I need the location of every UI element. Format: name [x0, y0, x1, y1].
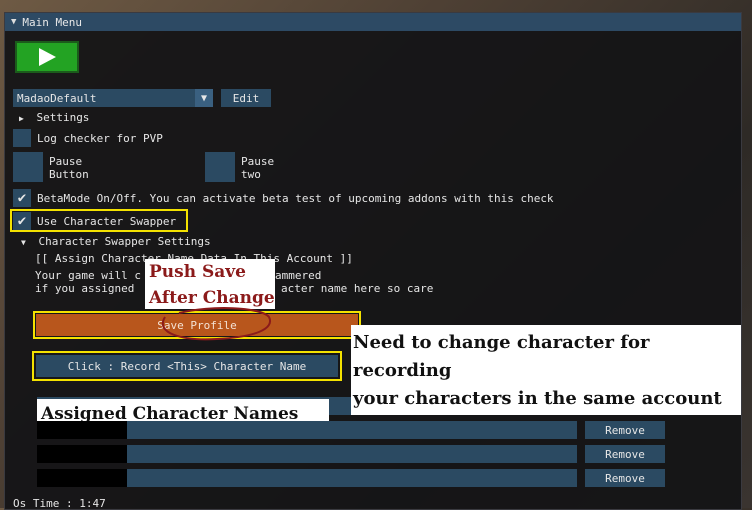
info-line-2: if you assigned	[35, 282, 135, 295]
window-title: Main Menu	[22, 15, 83, 29]
remove-label: Remove	[605, 471, 645, 485]
checkmark-icon: ✔	[17, 213, 27, 229]
play-button[interactable]	[15, 41, 79, 73]
info-line-2-end: acter name here so care	[281, 282, 434, 295]
need-change-line-2: your characters in the same account	[353, 388, 722, 409]
chevron-down-icon: ▼	[21, 238, 26, 247]
redacted-name	[37, 445, 127, 463]
pause-button-label: Pause Button	[49, 155, 89, 181]
swapper-settings-header: Character Swapper Settings	[38, 235, 211, 248]
need-change-line-1: Need to change character for recording	[353, 332, 650, 381]
pause-two-label-line2: two	[241, 168, 261, 181]
push-save-annotation: Push Save After Change	[145, 259, 275, 309]
remove-button[interactable]: Remove	[585, 421, 665, 439]
remove-button[interactable]: Remove	[585, 445, 665, 463]
pause-two-label-line1: Pause	[241, 155, 275, 168]
play-icon	[39, 48, 56, 66]
beta-mode-checkbox[interactable]: ✔	[13, 189, 31, 207]
need-change-annotation: Need to change character for recording y…	[351, 325, 741, 415]
window-titlebar[interactable]: ▼ Main Menu	[5, 13, 741, 31]
chevron-right-icon: ▶	[19, 114, 24, 123]
remove-label: Remove	[605, 447, 645, 461]
settings-label: Settings	[36, 111, 90, 124]
character-swapper-checkbox[interactable]: ✔	[13, 212, 31, 230]
remove-button[interactable]: Remove	[585, 469, 665, 487]
profile-select-value: MadaoDefault	[17, 91, 97, 105]
pause-two-checkbox[interactable]	[205, 152, 235, 182]
pause-button-label-line2: Button	[49, 168, 89, 181]
collapse-arrow-icon[interactable]: ▼	[11, 17, 16, 27]
profile-select[interactable]: MadaoDefault ▼	[13, 89, 213, 107]
record-character-label: Click : Record <This> Character Name	[67, 359, 307, 373]
os-time-status: Os Time : 1:47	[13, 497, 106, 510]
main-menu-window: ▼ Main Menu MadaoDefault ▼ Edit ▶ Settin…	[4, 12, 742, 510]
redacted-name	[37, 469, 127, 487]
checkmark-icon: ✔	[17, 190, 27, 206]
swapper-settings-tree-node[interactable]: ▼ Character Swapper Settings	[21, 235, 211, 248]
settings-tree-node[interactable]: ▶ Settings	[19, 111, 89, 124]
pause-button-label-line1: Pause	[49, 155, 83, 168]
push-save-text: Push Save	[149, 262, 246, 282]
beta-mode-label: BetaMode On/Off. You can activate beta t…	[37, 192, 554, 205]
record-character-button[interactable]: Click : Record <This> Character Name	[36, 355, 338, 377]
pause-button-checkbox[interactable]	[13, 152, 43, 182]
chevron-down-icon[interactable]: ▼	[195, 89, 213, 107]
pause-two-label: Pause two	[241, 155, 274, 181]
remove-label: Remove	[605, 423, 645, 437]
info-line-1-end: ammered	[275, 269, 322, 282]
info-line-1: Your game will c	[35, 269, 141, 282]
character-swapper-label: Use Character Swapper	[37, 215, 177, 228]
log-checker-label: Log checker for PVP	[37, 132, 163, 145]
edit-button[interactable]: Edit	[221, 89, 271, 107]
edit-button-label: Edit	[232, 91, 260, 105]
red-circle-annotation	[162, 307, 272, 341]
log-checker-checkbox[interactable]	[13, 129, 31, 147]
redacted-name	[37, 421, 127, 439]
